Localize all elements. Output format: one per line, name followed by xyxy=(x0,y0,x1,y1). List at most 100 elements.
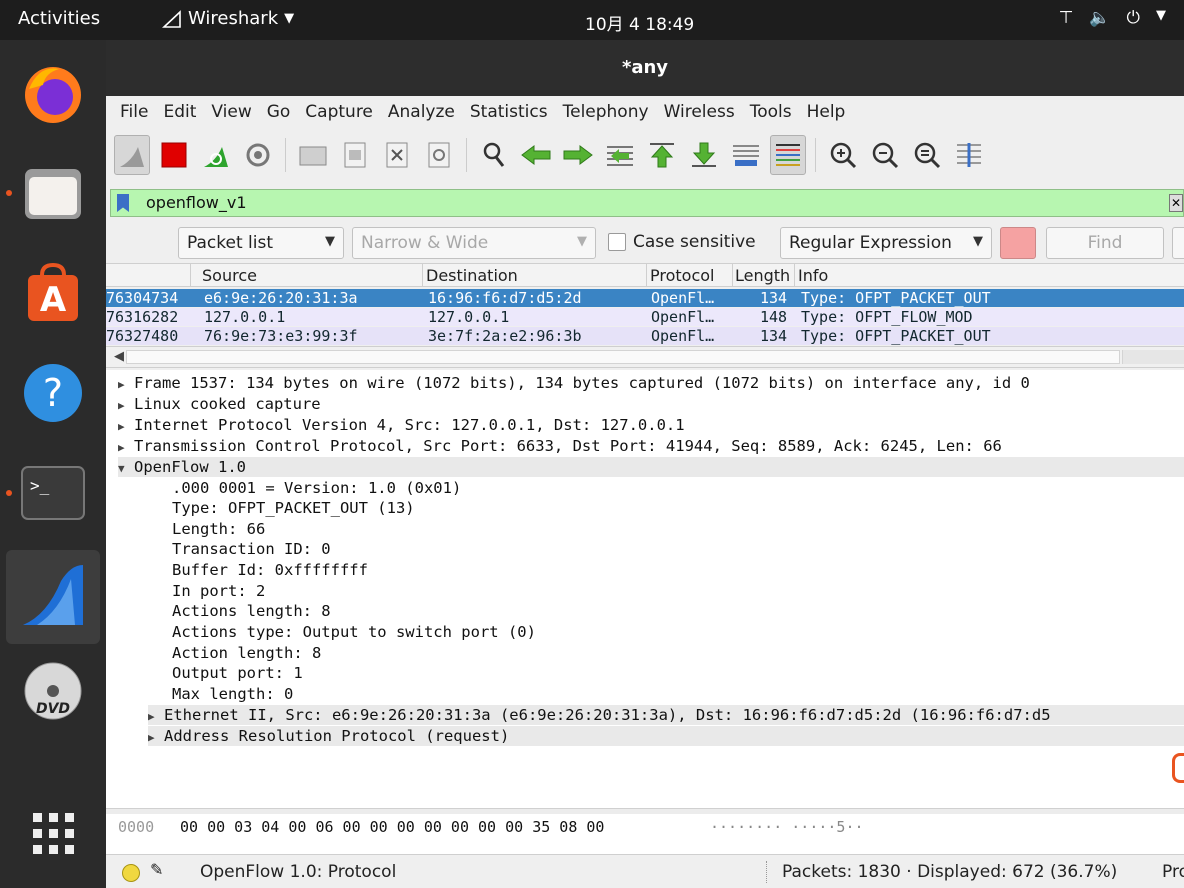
packet-row[interactable]: 76304734 e6:9e:26:20:31:3a 16:96:f6:d7:d… xyxy=(106,289,1184,307)
hex-ascii[interactable]: ········ ·····5·· xyxy=(710,814,864,840)
char-width-select[interactable]: Narrow & Wide ▼ xyxy=(352,227,596,259)
tree-field-version[interactable]: .000 0001 = Version: 1.0 (0x01) xyxy=(172,478,461,498)
tree-item-ipv4[interactable]: ▶ Internet Protocol Version 4, Src: 127.0… xyxy=(118,415,685,435)
case-sensitive-checkbox[interactable] xyxy=(608,233,626,251)
dock-terminal[interactable]: >_ xyxy=(6,446,100,540)
expert-info-led-icon[interactable] xyxy=(122,864,140,882)
resize-columns-button[interactable] xyxy=(951,135,987,175)
tree-item-linux-cooked[interactable]: ▶ Linux cooked capture xyxy=(118,394,321,414)
dock-show-apps[interactable] xyxy=(6,786,100,880)
menu-analyze[interactable]: Analyze xyxy=(388,102,455,122)
expand-triangle-icon[interactable]: ▶ xyxy=(118,375,134,395)
menu-help[interactable]: Help xyxy=(807,102,846,122)
find-text-input[interactable] xyxy=(1000,227,1036,259)
capture-options-button[interactable] xyxy=(240,135,276,175)
tree-field-type[interactable]: Type: OFPT_PACKET_OUT (13) xyxy=(172,498,415,518)
scroll-left-icon[interactable]: ◀ xyxy=(114,349,124,364)
activities-button[interactable]: Activities xyxy=(18,8,100,29)
tree-item-ethernet[interactable]: ▶ Ethernet II, Src: e6:9e:26:20:31:3a (e6… xyxy=(148,705,1184,725)
tree-field-actions-length[interactable]: Actions length: 8 xyxy=(172,601,331,621)
stop-capture-button[interactable] xyxy=(156,135,192,175)
dock-firefox[interactable] xyxy=(6,46,100,140)
expand-triangle-icon[interactable]: ▶ xyxy=(118,396,134,416)
tree-field-buffer-id[interactable]: Buffer Id: 0xffffffff xyxy=(172,560,368,580)
hex-bytes[interactable]: 00 00 03 04 00 06 00 00 00 00 00 00 00 3… xyxy=(180,814,604,840)
scrollbar-track[interactable] xyxy=(1122,350,1184,364)
tree-item-arp[interactable]: ▶ Address Resolution Protocol (request) xyxy=(148,726,1184,746)
profile-label[interactable]: Pro xyxy=(1162,862,1184,882)
colorize-button[interactable] xyxy=(770,135,806,175)
auto-scroll-button[interactable] xyxy=(728,135,764,175)
expand-triangle-icon[interactable]: ▶ xyxy=(118,438,134,458)
find-button[interactable]: Find xyxy=(1046,227,1164,259)
tree-field-transaction-id[interactable]: Transaction ID: 0 xyxy=(172,539,331,559)
tree-field-action-length[interactable]: Action length: 8 xyxy=(172,643,321,663)
tree-field-output-port[interactable]: Output port: 1 xyxy=(172,663,303,683)
cancel-find-button[interactable] xyxy=(1172,227,1184,259)
capture-comment-icon[interactable]: ✎ xyxy=(150,860,163,879)
column-info[interactable]: Info xyxy=(798,266,828,285)
menu-edit[interactable]: Edit xyxy=(163,102,196,122)
expand-triangle-icon[interactable]: ▶ xyxy=(148,707,164,725)
zoom-out-button[interactable] xyxy=(867,135,903,175)
expand-triangle-icon[interactable]: ▶ xyxy=(118,417,134,437)
first-packet-button[interactable] xyxy=(644,135,680,175)
save-file-button[interactable] xyxy=(337,135,373,175)
tree-field-actions-type[interactable]: Actions type: Output to switch port (0) xyxy=(172,622,536,642)
menu-tools[interactable]: Tools xyxy=(750,102,792,122)
last-packet-button[interactable] xyxy=(686,135,722,175)
search-type-select[interactable]: Regular Expression ▼ xyxy=(780,227,992,259)
dock-software[interactable]: A xyxy=(6,246,100,340)
column-destination[interactable]: Destination xyxy=(426,266,518,285)
tree-field-in-port[interactable]: In port: 2 xyxy=(172,581,265,601)
menu-view[interactable]: View xyxy=(211,102,251,122)
menu-file[interactable]: File xyxy=(120,102,148,122)
firefox-icon xyxy=(25,67,81,123)
bookmark-icon[interactable] xyxy=(117,194,129,212)
tree-field-length[interactable]: Length: 66 xyxy=(172,519,265,539)
system-tray[interactable]: ⊤ 🔈 ⏻ ▼ xyxy=(1059,8,1166,28)
cell-source: 76:9e:73:e3:99:3f xyxy=(204,327,358,345)
tree-field-max-length[interactable]: Max length: 0 xyxy=(172,684,293,704)
restart-capture-button[interactable] xyxy=(198,135,234,175)
dock-files[interactable] xyxy=(6,146,100,240)
open-file-button[interactable] xyxy=(295,135,331,175)
column-source[interactable]: Source xyxy=(202,266,257,285)
menu-capture[interactable]: Capture xyxy=(305,102,373,122)
app-menu[interactable]: Wireshark ▼ xyxy=(162,8,294,29)
go-back-button[interactable] xyxy=(518,135,554,175)
expand-triangle-icon[interactable]: ▶ xyxy=(148,728,164,748)
menu-statistics[interactable]: Statistics xyxy=(470,102,548,122)
scrollbar-thumb[interactable] xyxy=(126,350,1120,364)
start-capture-button[interactable] xyxy=(114,135,150,175)
collapse-triangle-icon[interactable]: ▼ xyxy=(118,459,134,479)
find-packet-button[interactable] xyxy=(476,135,512,175)
dock-dvd[interactable]: DVD xyxy=(6,646,100,740)
search-in-select[interactable]: Packet list ▼ xyxy=(178,227,344,259)
column-protocol[interactable]: Protocol xyxy=(650,266,714,285)
tree-item-openflow[interactable]: ▼ OpenFlow 1.0 xyxy=(118,457,1184,477)
packet-list-scrollbar[interactable]: ◀ xyxy=(106,346,1184,368)
dock-help[interactable]: ? xyxy=(6,346,100,440)
file-reload-icon xyxy=(428,142,450,168)
display-filter-input[interactable]: openflow_v1 ✕ xyxy=(110,189,1184,217)
packet-row[interactable]: 76316282 127.0.0.1 127.0.0.1 OpenFl… 148… xyxy=(106,308,1184,326)
normal-size-button[interactable] xyxy=(909,135,945,175)
network-icon: ⊤ xyxy=(1058,8,1074,28)
clock[interactable]: 10月 4 18:49 xyxy=(585,10,694,35)
packet-row[interactable]: 76327480 76:9e:73:e3:99:3f 3e:7f:2a:e2:9… xyxy=(106,327,1184,345)
tree-item-label: Linux cooked capture xyxy=(134,395,321,413)
menu-go[interactable]: Go xyxy=(267,102,291,122)
go-forward-button[interactable] xyxy=(560,135,596,175)
zoom-in-button[interactable] xyxy=(825,135,861,175)
tree-item-tcp[interactable]: ▶ Transmission Control Protocol, Src Port… xyxy=(118,436,1002,456)
reload-file-button[interactable] xyxy=(421,135,457,175)
tree-item-frame[interactable]: ▶ Frame 1537: 134 bytes on wire (1072 bit… xyxy=(118,373,1030,393)
clear-filter-icon[interactable]: ✕ xyxy=(1169,194,1183,212)
menu-wireless[interactable]: Wireless xyxy=(664,102,735,122)
column-length[interactable]: Length xyxy=(735,266,793,285)
dock-wireshark[interactable] xyxy=(6,550,100,644)
menu-telephony[interactable]: Telephony xyxy=(563,102,649,122)
close-file-button[interactable] xyxy=(379,135,415,175)
go-to-packet-button[interactable] xyxy=(602,135,638,175)
